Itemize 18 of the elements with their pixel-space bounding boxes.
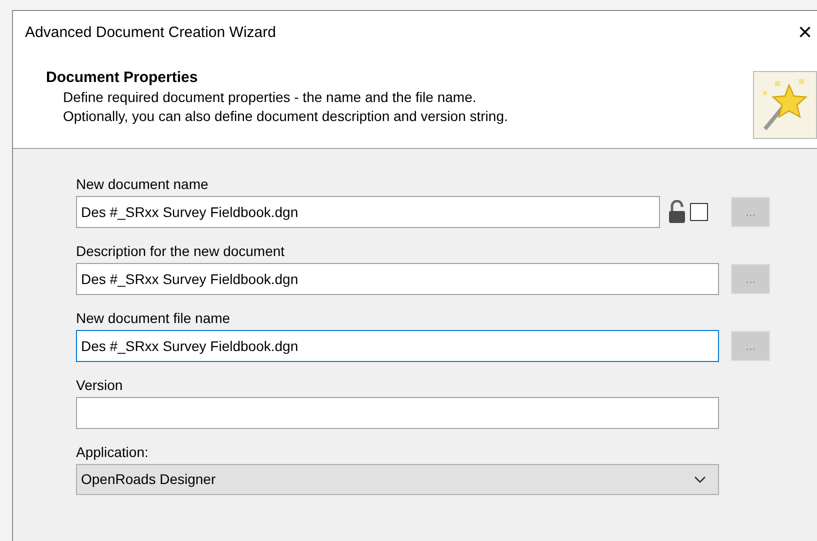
checkbox[interactable] bbox=[690, 203, 708, 221]
field-label: Application: bbox=[76, 443, 150, 461]
unlocked-padlock-icon[interactable] bbox=[668, 200, 686, 224]
page-heading: Document Properties bbox=[46, 68, 199, 88]
application-dropdown[interactable]: OpenRoads Designer bbox=[76, 464, 719, 495]
text-field[interactable]: Des #_SRxx Survey Fieldbook.dgn bbox=[76, 196, 660, 228]
field-label: Version bbox=[76, 376, 124, 394]
description-text: Optionally, you can also define document description and version string. bbox=[62, 107, 508, 126]
text-field[interactable] bbox=[76, 397, 719, 429]
description-text: Define required document properties - the name and the file name. bbox=[62, 88, 478, 107]
field-label: Description for the new document bbox=[76, 242, 286, 260]
window-title: Advanced Document Creation Wizard bbox=[25, 22, 276, 43]
text-field[interactable]: Des #_SRxx Survey Fieldbook.dgn bbox=[76, 330, 719, 362]
text-field[interactable]: Des #_SRxx Survey Fieldbook.dgn bbox=[76, 263, 719, 295]
close-button[interactable]: × bbox=[793, 21, 817, 45]
field-label: New document name bbox=[76, 175, 210, 193]
chevron-down-icon bbox=[694, 476, 706, 484]
field-label: New document file name bbox=[76, 309, 232, 327]
